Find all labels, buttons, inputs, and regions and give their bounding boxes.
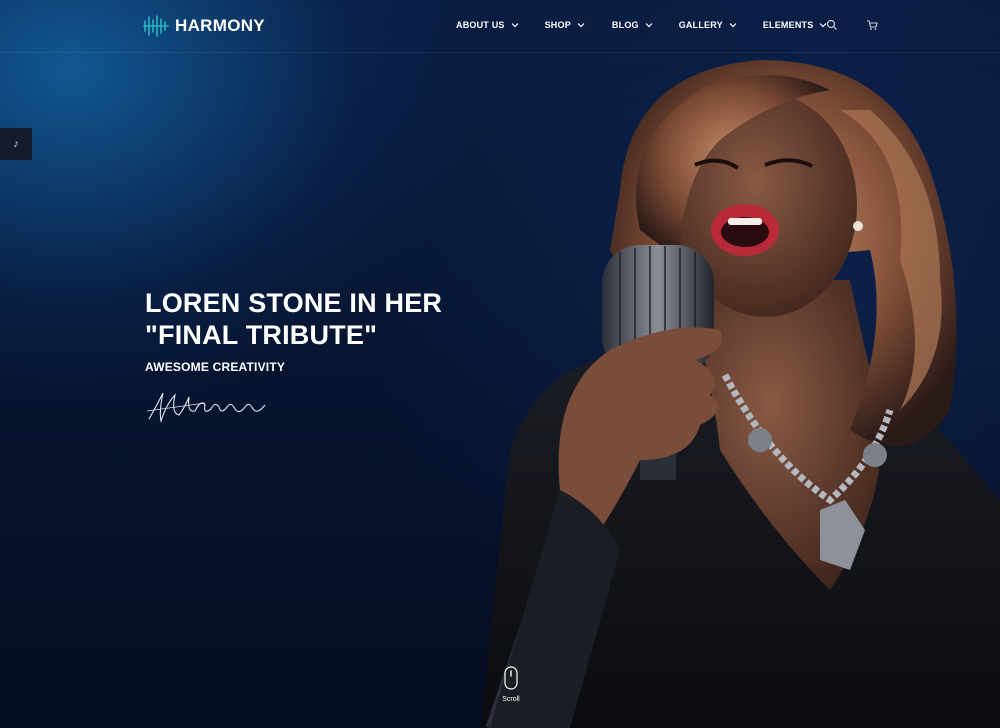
nav-item-label: ELEMENTS: [762, 20, 814, 30]
music-note-icon: ♪: [13, 138, 19, 150]
nav-item-about-us[interactable]: ABOUT US: [456, 20, 519, 30]
nav-item-blog[interactable]: BLOG: [612, 20, 653, 30]
singer-photo: [480, 60, 1000, 728]
cart-icon[interactable]: [866, 19, 878, 31]
chevron-down-icon: [511, 23, 519, 28]
nav-item-label: ABOUT US: [456, 20, 505, 30]
scroll-label: Scroll: [502, 696, 520, 703]
nav-item-gallery[interactable]: GALLERY: [679, 20, 737, 30]
waveform-logo-icon: [143, 15, 169, 37]
brand-logo[interactable]: HARMONY: [143, 14, 265, 38]
search-icon[interactable]: [826, 19, 838, 31]
hero-title-line-1: LOREN STONE IN HER: [145, 288, 443, 318]
nav-item-label: BLOG: [611, 20, 639, 30]
hero-title: LOREN STONE IN HER "FINAL TRIBUTE": [145, 287, 475, 351]
mouse-scroll-icon: [504, 666, 518, 690]
chevron-down-icon: [577, 23, 585, 28]
nav-item-label: SHOP: [544, 20, 571, 30]
chevron-down-icon: [729, 23, 737, 28]
site-header: HARMONY ABOUT US SHOP BLOG GALLERY ELEME…: [0, 0, 1000, 53]
scroll-indicator[interactable]: Scroll: [497, 666, 525, 710]
brand-name: HARMONY: [175, 16, 265, 35]
signature-icon: [146, 392, 266, 424]
hero-title-line-2: "FINAL TRIBUTE": [145, 320, 378, 350]
chevron-down-icon: [645, 23, 653, 28]
nav-item-shop[interactable]: SHOP: [545, 20, 585, 30]
hero-subtitle: AWESOME CREATIVITY: [145, 360, 286, 374]
music-player-toggle[interactable]: ♪: [0, 128, 32, 160]
main-nav: ABOUT US SHOP BLOG GALLERY ELEMENTS: [456, 20, 827, 30]
nav-item-label: GALLERY: [678, 20, 723, 30]
nav-item-elements[interactable]: ELEMENTS: [763, 20, 828, 30]
